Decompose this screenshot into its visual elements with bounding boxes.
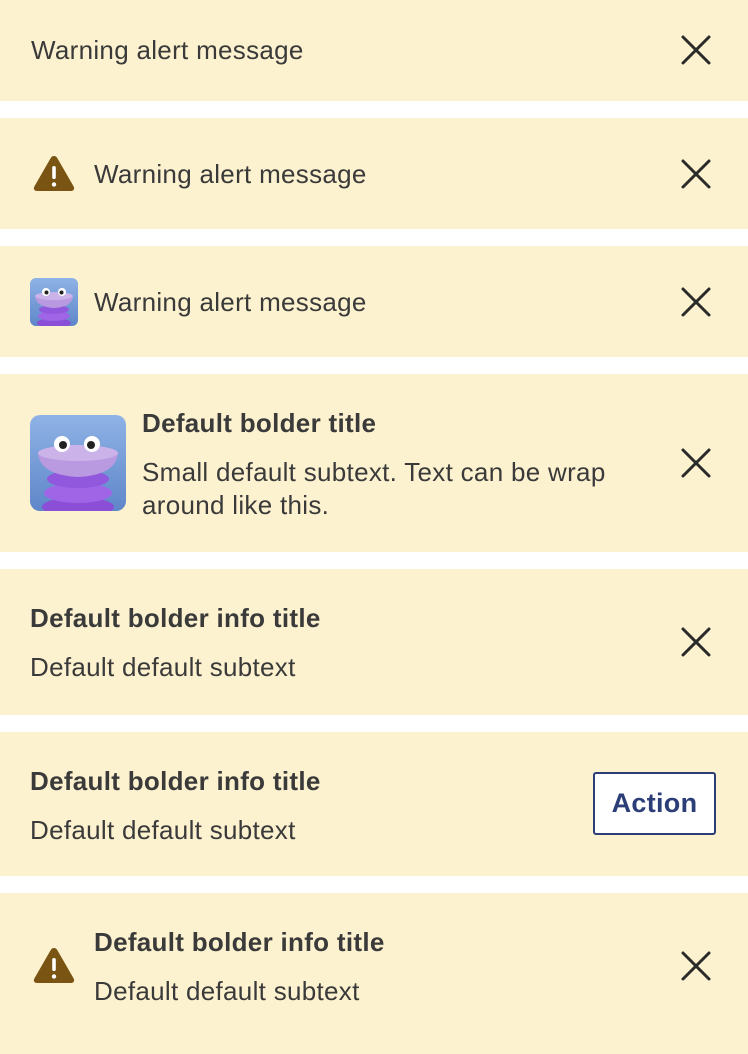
close-icon[interactable] (679, 625, 713, 659)
close-icon[interactable] (679, 285, 713, 319)
alert-title: Default bolder info title (30, 766, 321, 796)
alert-title: Default bolder info title (30, 603, 321, 633)
warning-alert-with-thumbnail: Warning alert message (0, 246, 748, 357)
warning-alert-with-icon: Warning alert message (0, 118, 748, 229)
alert-subtext: Small default subtext. Text can be wrap … (142, 457, 606, 520)
alert-subtext: Default default subtext (94, 976, 360, 1006)
warning-alert-icon-title-subtext: Default bolder info title Default defaul… (0, 893, 748, 1054)
alert-stack: Warning alert message Warning alert mess… (0, 0, 748, 1054)
alert-title: Default bolder info title (94, 927, 385, 957)
alert-message: Warning alert message (94, 287, 367, 317)
warning-alert-text-only: Warning alert message (0, 0, 748, 101)
close-icon[interactable] (679, 33, 713, 67)
alert-subtext: Default default subtext (30, 652, 296, 682)
info-alert-title-subtext: Default bolder info title Default defaul… (0, 569, 748, 715)
close-icon[interactable] (679, 446, 713, 480)
close-icon[interactable] (679, 949, 713, 983)
warning-alert-with-image: Default bolder title Small default subte… (0, 374, 748, 552)
alert-message: Warning alert message (94, 159, 367, 189)
action-button[interactable]: Action (593, 772, 716, 835)
info-alert-with-action: Default bolder info title Default defaul… (0, 732, 748, 876)
purple-creature-image (30, 415, 126, 511)
warning-triangle-icon (32, 154, 76, 192)
purple-creature-avatar (30, 278, 78, 326)
alert-message: Warning alert message (31, 35, 304, 65)
warning-triangle-icon (32, 946, 76, 984)
alert-title: Default bolder title (142, 408, 377, 438)
alert-subtext: Default default subtext (30, 815, 296, 845)
close-icon[interactable] (679, 157, 713, 191)
